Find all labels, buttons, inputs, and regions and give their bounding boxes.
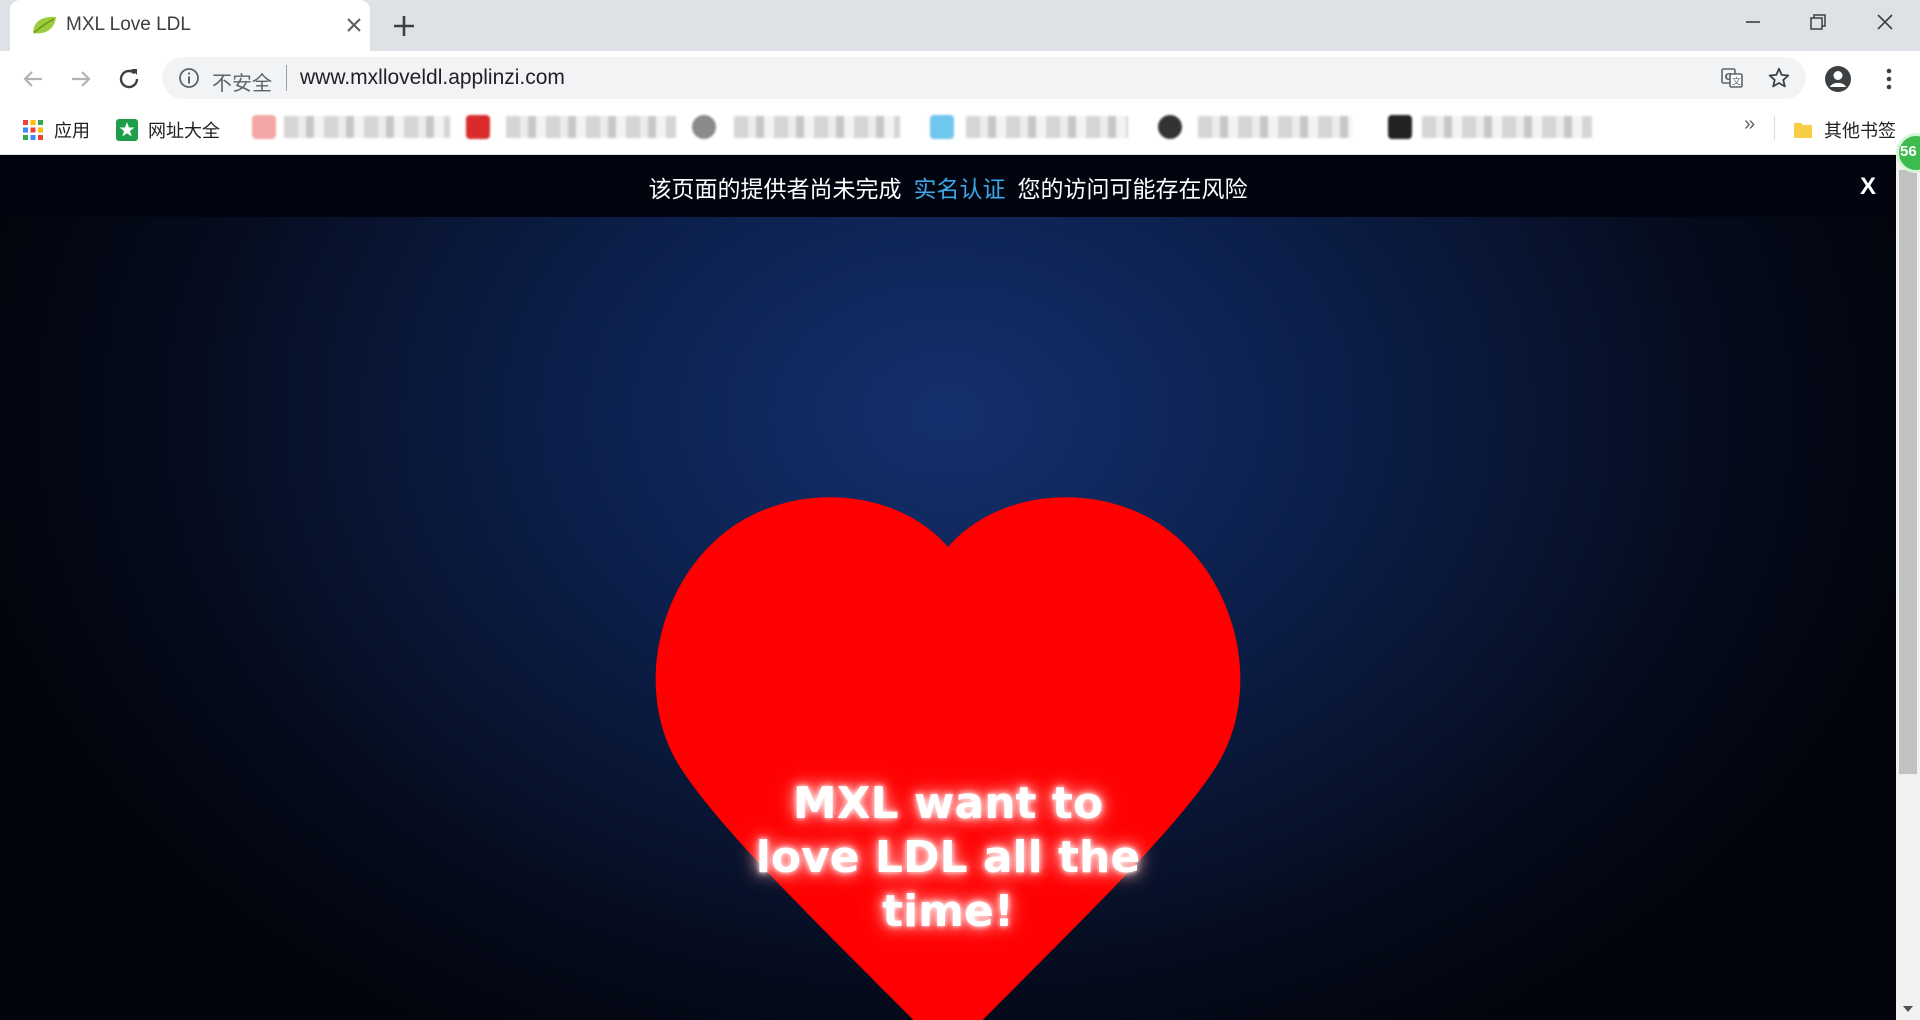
redacted-bookmark-label[interactable] — [1198, 116, 1352, 138]
real-name-verification-link[interactable]: 实名认证 — [914, 177, 1006, 203]
redacted-bookmark-icon[interactable] — [1388, 115, 1412, 139]
forward-arrow-icon[interactable] — [66, 64, 96, 94]
apps-grid-icon — [23, 120, 43, 140]
restore-icon[interactable] — [1802, 8, 1832, 36]
url-separator — [286, 65, 287, 91]
bookmark-apps[interactable]: 应用 — [22, 118, 90, 142]
love-message: MXL want to love LDL all the time! — [755, 778, 1141, 937]
redacted-bookmark-icon[interactable] — [692, 115, 716, 139]
reload-icon[interactable] — [114, 64, 144, 94]
bookmark-other-label: 其他书签 — [1824, 121, 1896, 141]
svg-text:文: 文 — [1732, 76, 1741, 88]
bookmark-other[interactable]: 其他书签 — [1792, 118, 1896, 142]
active-tab[interactable]: MXL Love LDL — [10, 0, 370, 51]
menu-kebab-icon[interactable] — [1874, 64, 1904, 94]
bookmark-url-directory-label: 网址大全 — [148, 121, 220, 141]
warning-text-before: 该页面的提供者尚未完成 — [648, 177, 902, 203]
redacted-bookmark-icon[interactable] — [930, 115, 954, 139]
address-bar[interactable]: 不安全 www.mxlloveldl.applinzi.com G 文 — [162, 57, 1806, 99]
redacted-bookmark-label[interactable] — [284, 116, 450, 138]
minimize-icon[interactable] — [1738, 8, 1768, 36]
window-close-icon[interactable] — [1870, 8, 1900, 36]
bookmark-url-directory[interactable]: 网址大全 — [116, 118, 220, 142]
redacted-bookmark-label[interactable] — [1422, 116, 1592, 138]
redacted-bookmark-label[interactable] — [734, 116, 900, 138]
folder-icon — [1794, 123, 1812, 138]
new-tab-plus-icon[interactable] — [390, 12, 418, 40]
url-text[interactable]: www.mxlloveldl.applinzi.com — [300, 66, 565, 90]
warning-close-button[interactable]: X — [1860, 173, 1876, 201]
green-star-icon — [116, 119, 138, 141]
redacted-bookmark-icon[interactable] — [252, 115, 276, 139]
back-arrow-icon[interactable] — [18, 64, 48, 94]
extension-badge-count: 56 — [1900, 143, 1917, 160]
redacted-bookmark-icon[interactable] — [466, 115, 490, 139]
redacted-bookmark-label[interactable] — [506, 116, 676, 138]
web-page: 该页面的提供者尚未完成 实名认证 您的访问可能存在风险 X MXL want to … — [0, 155, 1896, 1020]
warning-text-after: 您的访问可能存在风险 — [1017, 177, 1248, 203]
security-label[interactable]: 不安全 — [212, 67, 272, 96]
verification-warning-bar: 该页面的提供者尚未完成 实名认证 您的访问可能存在风险 X — [0, 155, 1896, 217]
bookmarks-divider — [1774, 116, 1775, 140]
leaf-icon — [33, 16, 56, 34]
close-tab-icon[interactable] — [342, 13, 366, 37]
bookmarks-overflow-chevron[interactable]: » — [1744, 113, 1755, 136]
tab-title: MXL Love LDL — [66, 14, 191, 35]
info-icon[interactable] — [178, 67, 200, 89]
translate-icon[interactable]: G 文 — [1720, 66, 1744, 90]
bookmark-star-icon[interactable] — [1767, 66, 1791, 90]
scroll-down-arrow-icon[interactable] — [1902, 1004, 1914, 1014]
browser-window: MXL Love LDL 不安全 www.mxlloveldl.applinzi… — [0, 0, 1920, 1020]
redacted-bookmark-icon[interactable] — [1158, 115, 1182, 139]
heart-shape — [655, 497, 1241, 1020]
redacted-bookmark-label[interactable] — [966, 116, 1128, 138]
browser-toolbar: 不安全 www.mxlloveldl.applinzi.com G 文 — [0, 51, 1920, 107]
tab-strip: MXL Love LDL — [0, 0, 1920, 51]
warning-message: 该页面的提供者尚未完成 实名认证 您的访问可能存在风险 — [0, 170, 1896, 204]
scrollbar-thumb[interactable] — [1899, 170, 1917, 774]
profile-avatar-icon[interactable] — [1823, 64, 1853, 94]
bookmark-apps-label: 应用 — [54, 121, 90, 141]
